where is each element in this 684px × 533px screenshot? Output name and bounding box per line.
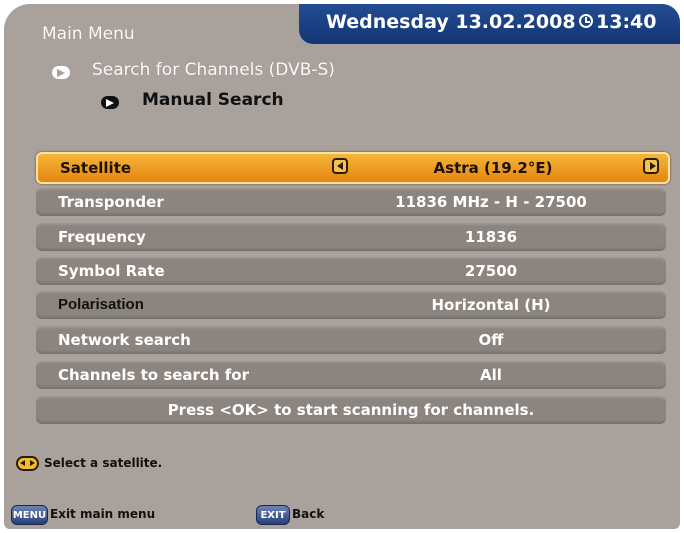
channels-label: Channels to search for <box>58 366 249 384</box>
breadcrumb-main-menu: Main Menu <box>42 24 135 44</box>
header-time: 13:40 <box>596 11 657 33</box>
setting-row-network-search[interactable]: Network search Off <box>36 326 666 354</box>
tv-menu-screen: Wednesday 13.02.2008 13:40 Main Menu Sea… <box>4 4 680 529</box>
satellite-label: Satellite <box>60 159 132 177</box>
frequency-label: Frequency <box>58 228 146 246</box>
frequency-value: 11836 <box>464 228 518 246</box>
setting-row-symbol-rate[interactable]: Symbol Rate 27500 <box>36 257 666 285</box>
clock-icon <box>579 14 593 28</box>
polarisation-label: Polarisation <box>58 296 144 313</box>
setting-row-transponder[interactable]: Transponder 11836 MHz - H - 27500 <box>36 188 666 216</box>
breadcrumb-search-channels: Search for Channels (DVB-S) <box>92 60 335 80</box>
symbol-rate-value: 27500 <box>464 262 518 280</box>
right-arrow-icon[interactable] <box>643 158 659 174</box>
setting-row-channels[interactable]: Channels to search for All <box>36 361 666 389</box>
start-scan-text: Press <OK> to start scanning for channel… <box>167 401 535 419</box>
page-title: Manual Search <box>142 90 284 110</box>
arrow-right-icon <box>101 96 119 109</box>
setting-row-satellite[interactable]: Satellite Astra (19.2°E) <box>36 152 670 184</box>
setting-row-polarisation[interactable]: Polarisation Horizontal (H) <box>36 291 666 319</box>
menu-key-icon[interactable]: MENU <box>11 505 48 525</box>
setting-row-frequency[interactable]: Frequency 11836 <box>36 223 666 251</box>
arrow-right-icon <box>52 66 70 79</box>
transponder-label: Transponder <box>58 193 164 211</box>
network-search-value: Off <box>478 331 504 349</box>
satellite-value: Astra (19.2°E) <box>433 159 553 177</box>
hint-text: Select a satellite. <box>44 456 163 470</box>
exit-key-label: Back <box>292 507 325 521</box>
header-date: Wednesday 13.02.2008 <box>326 11 576 33</box>
menu-key-label: Exit main menu <box>50 507 156 521</box>
exit-key-icon[interactable]: EXIT <box>256 505 290 525</box>
start-scan-prompt[interactable]: Press <OK> to start scanning for channel… <box>36 396 666 424</box>
left-right-keys-icon <box>16 456 39 471</box>
channels-value: All <box>480 366 502 384</box>
transponder-value: 11836 MHz - H - 27500 <box>395 193 587 211</box>
network-search-label: Network search <box>58 331 191 349</box>
symbol-rate-label: Symbol Rate <box>58 262 165 280</box>
polarisation-value: Horizontal (H) <box>431 296 551 314</box>
